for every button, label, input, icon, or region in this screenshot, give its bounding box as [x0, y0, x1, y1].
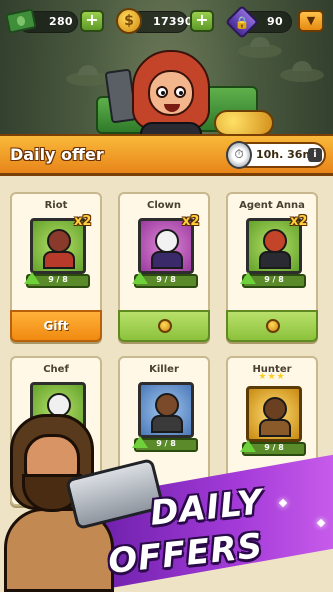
offer-card-agent-anna[interactable]: Agent Anna x2 9 / 8 [226, 192, 318, 342]
card-progress: 9 / 8 [240, 272, 306, 288]
offer-card-riot[interactable]: Riot x2 9 / 8 Gift [10, 192, 102, 342]
multiplier-badge: x2 [74, 214, 92, 229]
info-button[interactable]: i [308, 148, 322, 162]
card-progress: 9 / 8 [240, 440, 306, 456]
ufo-decoration-icon [280, 61, 324, 82]
coin-value: 17390 [153, 15, 193, 28]
gift-button[interactable]: Gift [10, 310, 102, 342]
card-progress: 9 / 8 [24, 272, 90, 288]
rarity-stars: ★★★ [258, 372, 286, 382]
stopwatch-icon: ⏱ [226, 141, 252, 169]
menu-chevron-down-icon[interactable]: ▼ [298, 10, 324, 32]
offer-name: Killer [149, 364, 179, 375]
page-title: Daily offer [10, 145, 104, 164]
coin-icon: $ [116, 8, 142, 34]
offer-name: Riot [44, 200, 68, 211]
multiplier-badge: x2 [182, 214, 200, 229]
gift-label: Gift [43, 319, 69, 333]
cash-icon [5, 8, 37, 34]
buy-coin-button[interactable] [226, 310, 318, 342]
offer-name: Agent Anna [239, 200, 305, 211]
buy-coin-button[interactable] [118, 310, 210, 342]
offer-timer: ⏱ 10h. 36m. i [226, 141, 326, 169]
ufo-decoration-icon [238, 37, 282, 58]
cash-value: 280 [49, 15, 73, 28]
offer-name: Clown [147, 200, 181, 211]
gem-value: 90 [267, 15, 283, 28]
offer-name: Chef [43, 364, 69, 375]
ufo-decoration-icon [66, 65, 110, 86]
multiplier-badge: x2 [290, 214, 308, 229]
gold-coins-pile [214, 110, 274, 136]
hero-agent-anna [128, 44, 214, 142]
add-cash-button[interactable]: + [80, 10, 104, 32]
daily-offer-header: Daily offer ⏱ 10h. 36m. i [0, 134, 333, 176]
resource-bar: 280 + 17390 $ + 90 🔒 ▼ [0, 0, 333, 42]
add-coins-button[interactable]: + [190, 10, 214, 32]
offer-card-clown[interactable]: Clown x2 9 / 8 [118, 192, 210, 342]
card-progress: 9 / 8 [132, 272, 198, 288]
coin-icon [266, 319, 280, 333]
coin-icon [158, 319, 172, 333]
hunter-portrait [246, 386, 302, 442]
